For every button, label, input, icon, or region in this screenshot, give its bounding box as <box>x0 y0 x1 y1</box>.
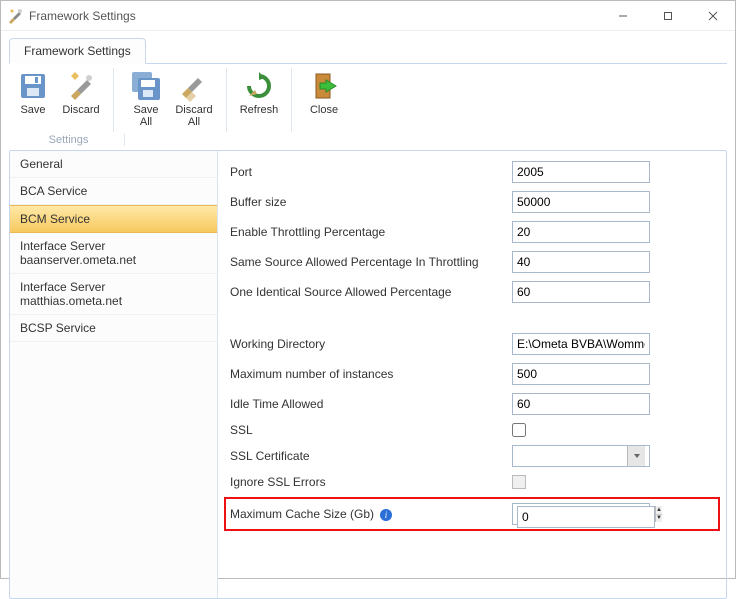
toolbar-label: Close <box>310 104 338 116</box>
refresh-icon <box>243 70 275 102</box>
toolbar-group-refresh: Refresh <box>235 68 292 132</box>
tabstrip: Framework Settings <box>1 31 735 63</box>
row-same-source-pct: Same Source Allowed Percentage In Thrott… <box>230 251 714 273</box>
sidebar-item-label: General <box>20 157 63 171</box>
field-label: Buffer size <box>230 195 512 209</box>
sidebar-item-label: BCM Service <box>20 212 90 226</box>
sidebar: General BCA Service BCM Service Interfac… <box>10 151 218 598</box>
idle-time-input[interactable] <box>512 393 650 415</box>
window-title: Framework Settings <box>29 9 600 23</box>
sidebar-item-bcsp-service[interactable]: BCSP Service <box>10 315 217 342</box>
field-label: Same Source Allowed Percentage In Thrott… <box>230 255 512 269</box>
save-button[interactable]: Save <box>9 68 57 132</box>
buffer-size-input[interactable] <box>512 191 650 213</box>
same-source-pct-input[interactable] <box>512 251 650 273</box>
app-icon <box>7 8 23 24</box>
ignore-ssl-checkbox[interactable] <box>512 475 526 489</box>
max-cache-spinner[interactable]: ▲ ▼ <box>512 503 650 525</box>
row-identical-source-pct: One Identical Source Allowed Percentage <box>230 281 714 303</box>
tab-framework-settings[interactable]: Framework Settings <box>9 38 146 64</box>
identical-source-pct-input[interactable] <box>512 281 650 303</box>
field-label: Idle Time Allowed <box>230 397 512 411</box>
port-input[interactable] <box>512 161 650 183</box>
ssl-checkbox[interactable] <box>512 423 526 437</box>
discard-all-button[interactable]: Discard All <box>170 68 218 132</box>
row-max-cache-highlighted: Maximum Cache Size (Gb) i ▲ ▼ <box>224 497 720 531</box>
row-ssl-cert: SSL Certificate <box>230 445 714 467</box>
sidebar-item-label: BCA Service <box>20 184 87 198</box>
working-dir-input[interactable] <box>512 333 650 355</box>
toolbar-label: Save All <box>133 104 158 128</box>
field-label: Port <box>230 165 512 179</box>
sidebar-item-bca-service[interactable]: BCA Service <box>10 178 217 205</box>
row-working-dir: Working Directory <box>230 333 714 355</box>
max-instances-input[interactable] <box>512 363 650 385</box>
toolbar-label: Discard <box>62 104 99 116</box>
row-idle-time: Idle Time Allowed <box>230 393 714 415</box>
sidebar-item-general[interactable]: General <box>10 151 217 178</box>
field-label: Maximum Cache Size (Gb) i <box>230 507 512 522</box>
field-label: Ignore SSL Errors <box>230 475 512 489</box>
sidebar-item-label: BCSP Service <box>20 321 96 335</box>
refresh-button[interactable]: Refresh <box>235 68 283 132</box>
throttling-pct-input[interactable] <box>512 221 650 243</box>
field-label: Enable Throttling Percentage <box>230 225 512 239</box>
ribbon-toolbar: Save Discard Save All Discard All <box>1 64 735 134</box>
field-label: One Identical Source Allowed Percentage <box>230 285 512 299</box>
row-port: Port <box>230 161 714 183</box>
row-ssl: SSL <box>230 423 714 437</box>
discard-button[interactable]: Discard <box>57 68 105 132</box>
ssl-cert-dropdown[interactable] <box>512 445 650 467</box>
sidebar-item-label: Interface Server matthias.ometa.net <box>20 280 122 308</box>
save-all-button[interactable]: Save All <box>122 68 170 132</box>
sidebar-item-bcm-service[interactable]: BCM Service <box>10 205 217 233</box>
row-throttling-pct: Enable Throttling Percentage <box>230 221 714 243</box>
discard-icon <box>65 70 97 102</box>
sidebar-item-interface-matthias[interactable]: Interface Server matthias.ometa.net <box>10 274 217 315</box>
tab-label: Framework Settings <box>24 44 131 58</box>
max-cache-input[interactable] <box>517 506 655 528</box>
spinner-up-icon[interactable]: ▲ <box>656 506 662 515</box>
close-button[interactable] <box>690 1 735 30</box>
close-door-icon <box>308 70 340 102</box>
minimize-button[interactable] <box>600 1 645 30</box>
discard-all-icon <box>178 70 210 102</box>
toolbar-label: Save <box>20 104 45 116</box>
row-buffer-size: Buffer size <box>230 191 714 213</box>
maximize-button[interactable] <box>645 1 690 30</box>
field-label: SSL Certificate <box>230 449 512 463</box>
save-icon <box>17 70 49 102</box>
cache-label-text: Maximum Cache Size (Gb) <box>230 507 374 521</box>
sidebar-item-label: Interface Server baanserver.ometa.net <box>20 239 136 267</box>
field-label: Maximum number of instances <box>230 367 512 381</box>
row-max-instances: Maximum number of instances <box>230 363 714 385</box>
close-app-button[interactable]: Close <box>300 68 348 132</box>
field-label: SSL <box>230 423 512 437</box>
toolbar-group-all: Save All Discard All <box>122 68 227 132</box>
settings-form: Port Buffer size Enable Throttling Perce… <box>218 151 726 598</box>
toolbar-group-label: Settings <box>13 134 125 146</box>
toolbar-label: Discard All <box>175 104 212 128</box>
window-titlebar: Framework Settings <box>1 1 735 31</box>
toolbar-group-close: Close <box>300 68 356 132</box>
window-buttons <box>600 1 735 30</box>
spinner-down-icon[interactable]: ▼ <box>656 515 662 523</box>
toolbar-group-settings: Save Discard <box>9 68 114 132</box>
save-all-icon <box>130 70 162 102</box>
chevron-down-icon <box>627 446 645 466</box>
row-ignore-ssl: Ignore SSL Errors <box>230 475 714 489</box>
toolbar-label: Refresh <box>240 104 279 116</box>
spinner-buttons: ▲ ▼ <box>655 506 662 522</box>
field-label: Working Directory <box>230 337 512 351</box>
info-icon[interactable]: i <box>379 508 393 522</box>
content-area: General BCA Service BCM Service Interfac… <box>9 150 727 599</box>
sidebar-item-interface-baanserver[interactable]: Interface Server baanserver.ometa.net <box>10 233 217 274</box>
